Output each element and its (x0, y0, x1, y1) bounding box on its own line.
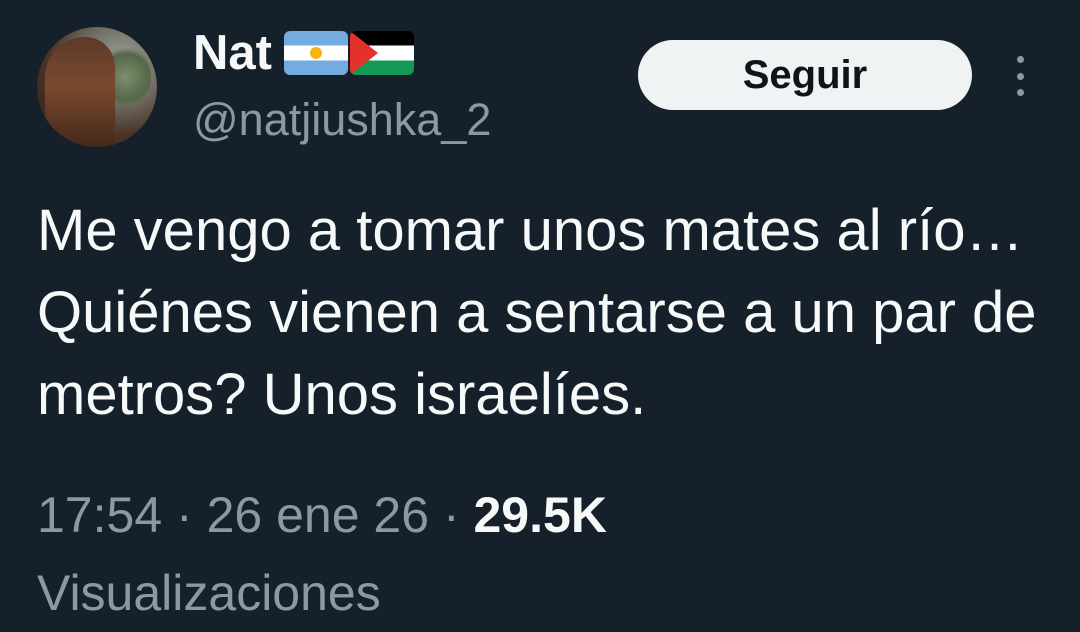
more-vertical-icon[interactable] (1008, 56, 1032, 96)
meta-separator: · (176, 487, 193, 543)
tweet-meta: 17:54 · 26 ene 26 · 29.5K (37, 480, 1047, 550)
views-count: 29.5K (473, 487, 607, 543)
author-display-name[interactable]: Nat (193, 24, 272, 82)
follow-button[interactable]: Seguir (638, 40, 972, 110)
author-handle[interactable]: @natjiushka_2 (193, 92, 491, 148)
more-dot (1016, 72, 1024, 80)
palestine-flag-icon (349, 31, 414, 75)
author-name-row: Nat (193, 24, 414, 82)
flag-triangle (349, 31, 378, 75)
tweet-time[interactable]: 17:54 (37, 487, 162, 543)
tweet-date[interactable]: 26 ene 26 (207, 487, 429, 543)
views-label: Visualizaciones (37, 565, 381, 621)
argentina-flag-icon (283, 31, 348, 75)
tweet-text: Me vengo a tomar unos mates al río… Quié… (37, 198, 1037, 427)
meta-separator: · (442, 487, 460, 543)
flag-sun (309, 47, 322, 59)
avatar-portrait (45, 37, 115, 147)
tweet-card: Nat @natjiushka_2 Seguir Me vengo a toma… (0, 0, 1080, 632)
more-dot (1016, 56, 1024, 63)
more-dot (1016, 89, 1024, 96)
avatar[interactable] (37, 27, 157, 147)
